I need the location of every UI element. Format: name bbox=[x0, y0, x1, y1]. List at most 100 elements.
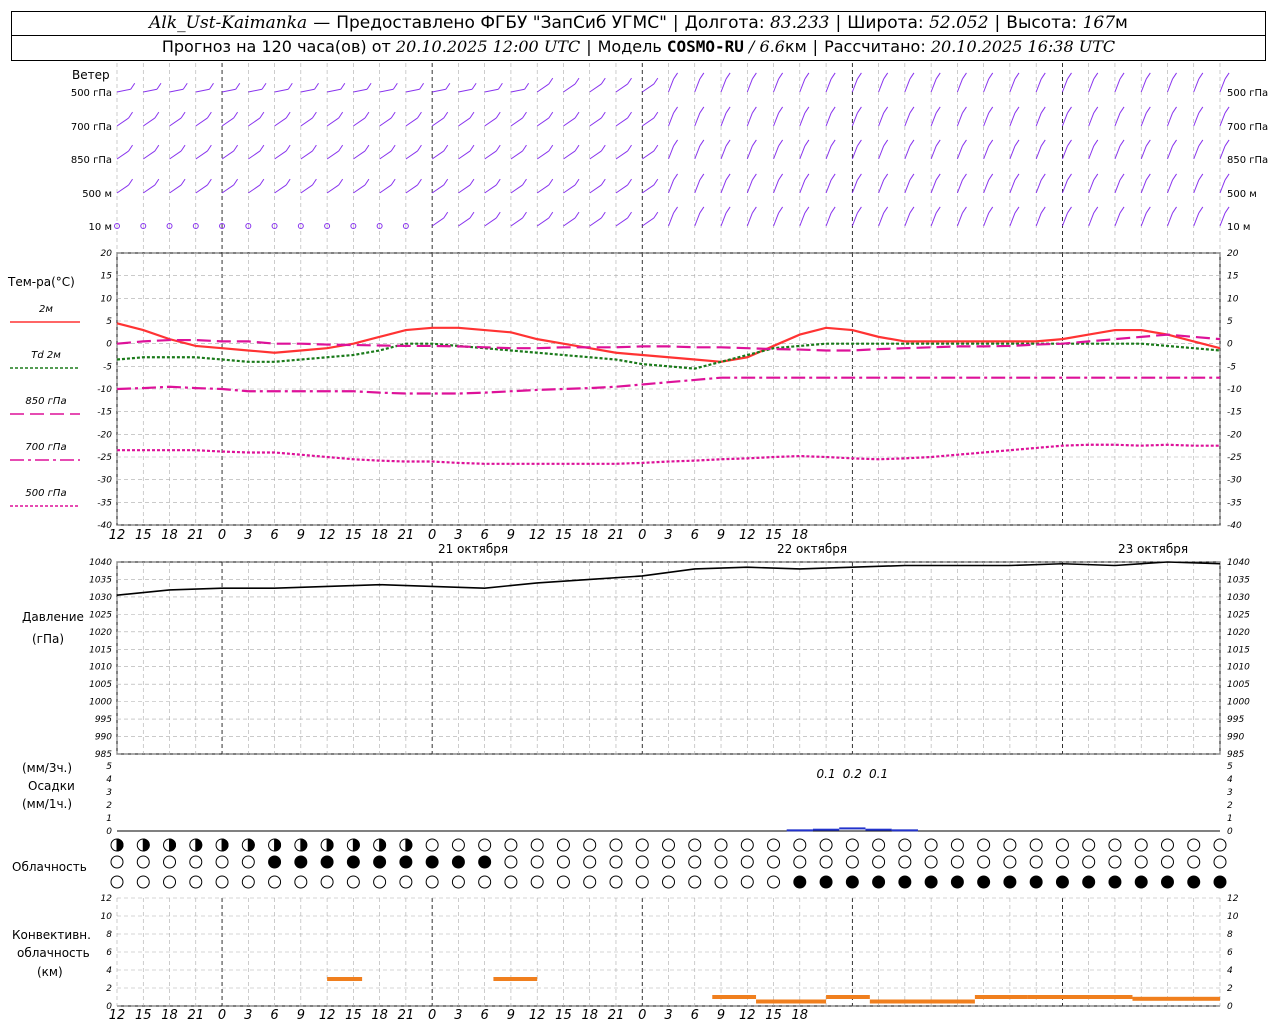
temp-ytick-left: 10 bbox=[101, 294, 113, 304]
pressure-ytick-right: 1030 bbox=[1227, 593, 1250, 603]
temp-ytick-right: 5 bbox=[1227, 317, 1233, 327]
wind-barb-icon bbox=[116, 150, 129, 160]
wind-barb-icon bbox=[720, 212, 727, 227]
wind-barb-icon bbox=[856, 173, 862, 181]
cloud-partial-icon bbox=[379, 838, 387, 852]
wind-barb-icon bbox=[274, 88, 289, 93]
wind-barb-icon bbox=[930, 179, 937, 194]
wind-barb-icon bbox=[725, 173, 731, 181]
wind-barb-icon bbox=[668, 212, 675, 227]
conv-cloud-bar bbox=[327, 977, 363, 981]
wind-barb-icon bbox=[983, 112, 990, 127]
wind-barb-icon bbox=[878, 145, 885, 160]
wind-barb-icon bbox=[1093, 139, 1099, 147]
precip-ytick-right: 5 bbox=[1227, 762, 1233, 772]
cloud-cover-icon bbox=[1055, 838, 1069, 852]
conv-cloud-bar bbox=[826, 995, 870, 999]
wind-barb-icon bbox=[773, 179, 780, 194]
wind-barb-icon bbox=[1219, 145, 1226, 160]
wind-barb-icon bbox=[773, 212, 780, 227]
wind-barb-icon bbox=[536, 83, 550, 93]
wind-barb-icon bbox=[156, 82, 162, 90]
wind-barb-icon bbox=[1014, 139, 1020, 147]
wind-barb-icon bbox=[878, 112, 885, 127]
wind-barb-icon bbox=[668, 145, 675, 160]
temp-ytick-right: -30 bbox=[1227, 476, 1242, 486]
wind-barb-icon bbox=[909, 206, 915, 214]
wind-barb-icon bbox=[1040, 173, 1046, 181]
x-hour-label-bottom: 0 bbox=[428, 1008, 436, 1023]
wind-barb-icon bbox=[574, 111, 580, 119]
wind-barb-icon bbox=[799, 145, 806, 160]
wind-barb-icon bbox=[1198, 72, 1204, 80]
cloud-cover-icon bbox=[609, 875, 623, 889]
cloud-cover-icon bbox=[451, 875, 465, 889]
wind-barb-icon bbox=[589, 83, 602, 93]
wind-barb-icon bbox=[988, 139, 994, 147]
temp-ytick-right: -15 bbox=[1227, 408, 1242, 418]
precip-ytick-left: 2 bbox=[106, 801, 112, 811]
temp-ytick-right: -20 bbox=[1227, 430, 1242, 440]
wind-barb-icon bbox=[340, 82, 346, 90]
wind-barb-icon bbox=[830, 206, 836, 214]
wind-barb-icon bbox=[1061, 78, 1068, 93]
wind-barb-icon bbox=[904, 179, 911, 194]
wind-barb-icon bbox=[1119, 173, 1125, 181]
cloud-cover-icon bbox=[1213, 875, 1227, 889]
wind-barb-icon bbox=[458, 117, 471, 127]
x-hour-label: 18 bbox=[161, 528, 178, 543]
cloud-cover-icon bbox=[504, 855, 518, 869]
wind-barb-icon bbox=[956, 112, 963, 127]
precip-bar bbox=[812, 828, 840, 831]
wind-barb-icon bbox=[641, 83, 655, 93]
x-hour-label-bottom: 3 bbox=[244, 1008, 252, 1023]
temp-ytick-left: 5 bbox=[106, 317, 112, 327]
wind-barb-icon bbox=[311, 144, 317, 152]
wind-barb-icon bbox=[1193, 145, 1200, 160]
wind-barb-icon bbox=[522, 178, 527, 186]
wind-barb-icon bbox=[935, 106, 941, 114]
cloud-cover-icon bbox=[793, 838, 807, 852]
wind-barb-icon bbox=[1088, 179, 1095, 194]
wind-barb-icon bbox=[235, 82, 241, 90]
conv-cloud-bar bbox=[1132, 996, 1220, 1001]
precip-ytick-right: 1 bbox=[1227, 814, 1233, 824]
x-hour-label-bottom: 12 bbox=[319, 1008, 336, 1023]
cloud-cover-icon bbox=[504, 875, 518, 889]
wind-barb-icon bbox=[274, 184, 287, 194]
wind-barb-icon bbox=[856, 139, 862, 147]
wind-barb-icon bbox=[904, 112, 911, 127]
temp-ytick-left: -10 bbox=[97, 385, 112, 395]
wind-barb-icon bbox=[600, 144, 606, 152]
wind-barb-icon bbox=[799, 179, 806, 194]
wind-barb-icon bbox=[563, 217, 576, 227]
wind-barb-icon bbox=[495, 178, 501, 186]
meteogram-svg: 500 гПа 500 гПа 700 гПа 700 гПа 850 гПа 850 г… bbox=[10, 63, 1268, 1023]
wind-barb-icon bbox=[589, 184, 602, 194]
wind-barb-icon bbox=[778, 106, 784, 114]
wind-barb-icon bbox=[536, 117, 550, 127]
wind-barb-icon bbox=[495, 211, 501, 219]
conv-cloud-bar bbox=[1027, 995, 1133, 999]
wind-barb-icon bbox=[600, 111, 606, 119]
wind-barb-icon bbox=[1145, 72, 1151, 80]
wind-barb-icon bbox=[909, 106, 915, 114]
wind-barb-icon bbox=[825, 145, 832, 160]
wind-barb-icon bbox=[830, 139, 836, 147]
wind-barb-icon bbox=[1009, 179, 1016, 194]
wind-barb-icon bbox=[641, 184, 655, 194]
wind-barb-icon bbox=[195, 88, 210, 93]
conv-unit: (км) bbox=[37, 965, 63, 979]
temp-ytick-left: 15 bbox=[101, 272, 113, 282]
pressure-ytick-right: 1010 bbox=[1227, 663, 1250, 673]
precip-value-label: 0.1 bbox=[817, 767, 836, 781]
wind-barb-icon bbox=[248, 184, 261, 194]
x-hour-label-bottom: 15 bbox=[555, 1008, 572, 1023]
wind-barb-icon bbox=[522, 111, 527, 119]
wind-barb-icon bbox=[904, 212, 911, 227]
cloud-cover-icon bbox=[136, 875, 150, 889]
wind-barb-icon bbox=[1198, 106, 1204, 114]
wind-barb-icon bbox=[390, 178, 396, 186]
wind-barb-icon bbox=[694, 145, 701, 160]
wind-level-label-right: 10 м bbox=[1227, 222, 1250, 233]
